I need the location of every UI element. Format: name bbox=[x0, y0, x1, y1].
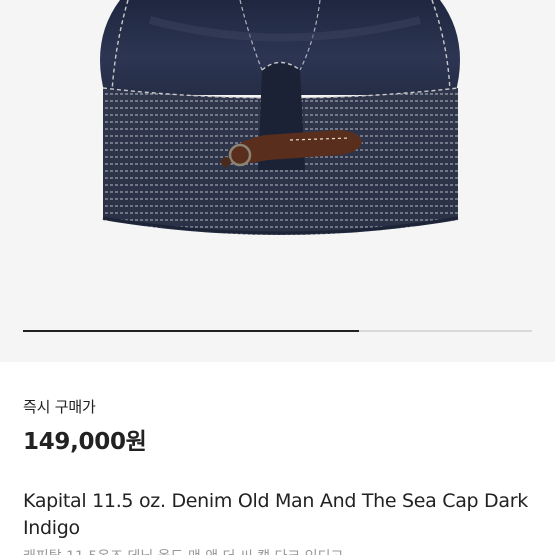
product-image-gallery[interactable] bbox=[0, 0, 555, 362]
price-label: 즉시 구매가 bbox=[23, 398, 96, 416]
product-title: Kapital 11.5 oz. Denim Old Man And The S… bbox=[23, 490, 528, 539]
slide-progress-fill bbox=[23, 330, 359, 332]
price-value: 149,000원 bbox=[23, 429, 147, 455]
product-image bbox=[100, 0, 460, 235]
slide-progress-track bbox=[23, 330, 532, 332]
product-info: 즉시 구매가 149,000원 Kapital 11.5 oz. Denim O… bbox=[0, 362, 555, 555]
product-subtitle-korean: 캐피탈 11.5온즈 데님 올드 맨 앤 더 씨 캡 다크 인디고 bbox=[23, 546, 343, 555]
